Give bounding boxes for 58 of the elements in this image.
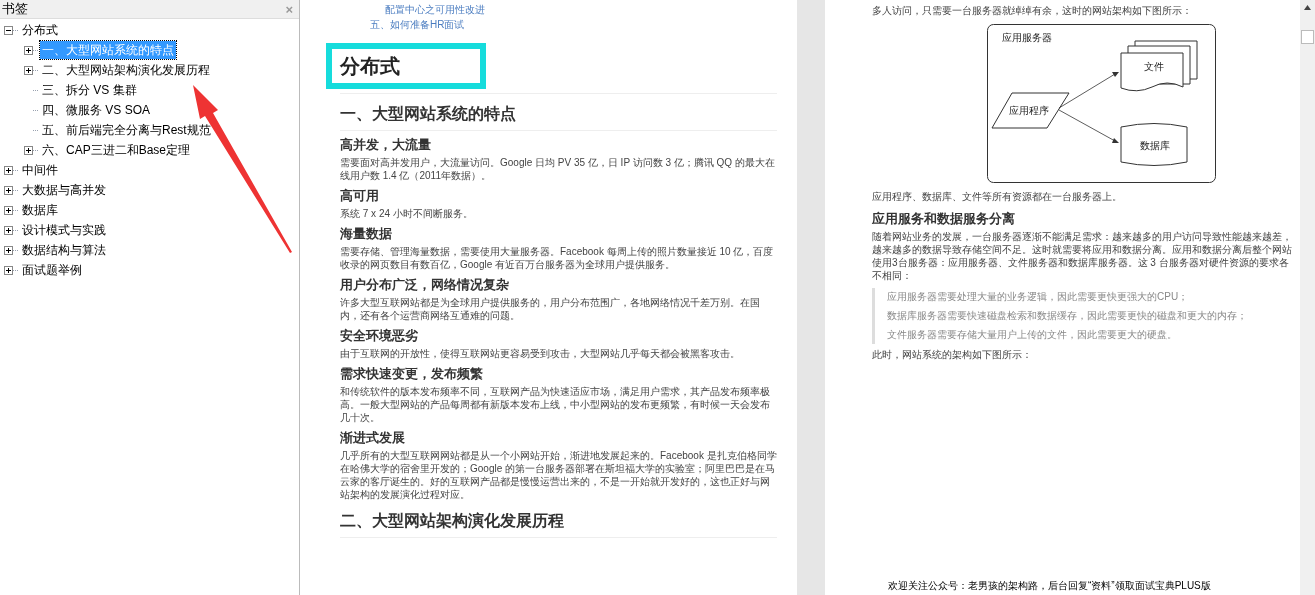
paragraph: 此时，网站系统的架构如下图所示： <box>872 348 1033 361</box>
scroll-up-icon[interactable] <box>1304 5 1311 10</box>
connector-arrow <box>1058 109 1119 143</box>
bookmark-item[interactable]: 数据库 <box>20 201 60 219</box>
expand-icon[interactable] <box>4 165 13 175</box>
paragraph: 随着网站业务的发展，一台服务器逐渐不能满足需求：越来越多的用户访问导致性能越来越差，越来越多的数据导致存储空间不足。这时就需要将应用和数据分离。应用和数据分离后整个网站使用3台服务器：应用服务器、文件服务器和数据库服务器。这 3 台服务器对硬件资源的要求各不相同： <box>872 230 1292 282</box>
quote-line: 应用服务器需要处理大量的业务逻辑，因此需要更快更强大的CPU； <box>887 290 1190 304</box>
bookmark-item[interactable]: 面试题举例 <box>20 261 84 279</box>
paragraph: 几乎所有的大型互联网网站都是从一个小网站开始，渐进地发展起来的。Facebook 是扎克伯格同学在哈佛大学的宿舍里开发的；Google 的第一台服务器部署在斯坦福大学的实验室；阿里巴巴是在马云家的客厅诞生的。好的互联网产品都是慢慢运营出来的，不是一开始就开发好的，这也正好与网站架构的发展演化过程对应。 <box>340 449 777 501</box>
section-heading: 二、大型网站架构演化发展历程 <box>340 509 777 538</box>
toc-link[interactable]: 五、如何准备HR面试 <box>370 19 777 31</box>
subsection-heading: 需求快速变更，发布频繁 <box>340 365 484 382</box>
subsection-heading: 海量数据 <box>340 225 393 242</box>
expand-icon[interactable] <box>24 145 33 155</box>
bookmark-item[interactable]: 六、CAP三进二和Base定理 <box>40 141 193 159</box>
bookmark-item[interactable]: 四、微服务 VS SOA <box>40 101 153 119</box>
database-shape <box>1120 123 1188 166</box>
scrollbar[interactable] <box>1300 0 1315 595</box>
paragraph: 系统 7 x 24 小时不间断服务。 <box>340 207 474 220</box>
bookmark-item[interactable]: 二、大型网站架构演化发展历程 <box>40 61 212 79</box>
architecture-diagram: 应用服务器 文件 应用程序 数据库 <box>987 24 1217 184</box>
page-footer: 欢迎关注公众号：老男孩的架构路，后台回复“资料”领取面试宝典PLUS版 <box>872 578 1292 595</box>
paragraph: 应用程序、数据库、文件等所有资源都在一台服务器上。 <box>872 190 1123 203</box>
subsection-heading: 渐进式发展 <box>340 429 406 446</box>
expand-icon[interactable] <box>4 225 13 235</box>
paragraph: 许多大型互联网站都是为全球用户提供服务的，用户分布范围广，各地网络情况千差万别。在国内，还有各个运营商网络互通难的问题。 <box>340 296 761 322</box>
paragraph: 和传统软件的版本发布频率不同，互联网产品为快速适应市场，满足用户需求，其产品发布频率极高。一般大型网站的产品每周都有新版本发布上线，中小型网站的发布更频繁，有时候一天会发布几十次。 <box>340 385 771 424</box>
toc-link[interactable]: 配置中心之可用性改进 <box>370 4 777 16</box>
expand-icon[interactable] <box>24 65 33 75</box>
expand-icon[interactable] <box>4 245 13 255</box>
quote-line: 文件服务器需要存储大量用户上传的文件，因此需要更大的硬盘。 <box>887 328 1178 342</box>
expand-icon[interactable] <box>4 205 13 215</box>
subsection-heading: 安全环境恶劣 <box>340 327 419 344</box>
connector-arrow <box>1058 72 1119 109</box>
expand-icon[interactable] <box>4 265 13 275</box>
bookmark-item[interactable]: 分布式 <box>20 21 60 39</box>
chapter-heading: 分布式 <box>326 43 486 89</box>
expand-icon[interactable] <box>24 45 33 55</box>
subsection-heading: 高可用 <box>340 187 380 204</box>
quote-line: 数据库服务器需要快速磁盘检索和数据缓存，因此需要更快的磁盘和更大的内存； <box>887 309 1248 323</box>
subsection-heading: 高并发，大流量 <box>340 136 432 153</box>
bookmark-item[interactable]: 大数据与高并发 <box>20 181 108 199</box>
expand-icon[interactable] <box>4 185 13 195</box>
bookmark-item[interactable]: 五、前后端完全分离与Rest规范 <box>40 121 213 139</box>
bookmark-item[interactable]: 设计模式与实践 <box>20 221 108 239</box>
bookmark-item[interactable]: 三、拆分 VS 集群 <box>40 81 139 99</box>
bookmark-item[interactable]: 中间件 <box>20 161 60 179</box>
scroll-thumb[interactable] <box>1301 30 1314 44</box>
bookmark-item[interactable]: 数据结构与算法 <box>20 241 108 259</box>
paragraph: 需要面对高并发用户，大流量访问。Google 日均 PV 35 亿，日 IP 访问数 3 亿；腾讯 QQ 的最大在线用户数 1.4 亿（2011年数据）。 <box>340 156 776 182</box>
subsection-heading: 用户分布广泛，网络情况复杂 <box>340 276 510 293</box>
section-heading: 一、大型网站系统的特点 <box>340 102 777 131</box>
paragraph: 需要存储、管理海量数据，需要使用大量服务器。Facebook 每周上传的照片数量接近 10 亿，百度收录的网页数目有数百亿，Google 有近百万台服务器为全球用户提供服务。 <box>340 245 775 271</box>
collapse-icon[interactable] <box>4 25 13 35</box>
panel-title: 书签 <box>2 0 28 19</box>
paragraph: 多人访问，只需要一台服务器就绰绰有余，这时的网站架构如下图所示： <box>872 4 1193 18</box>
paragraph: 由于互联网的开放性，使得互联网站更容易受到攻击，大型网站几乎每天都会被黑客攻击。 <box>340 347 741 360</box>
subsection-heading: 应用服务和数据服务分离 <box>872 210 1016 227</box>
